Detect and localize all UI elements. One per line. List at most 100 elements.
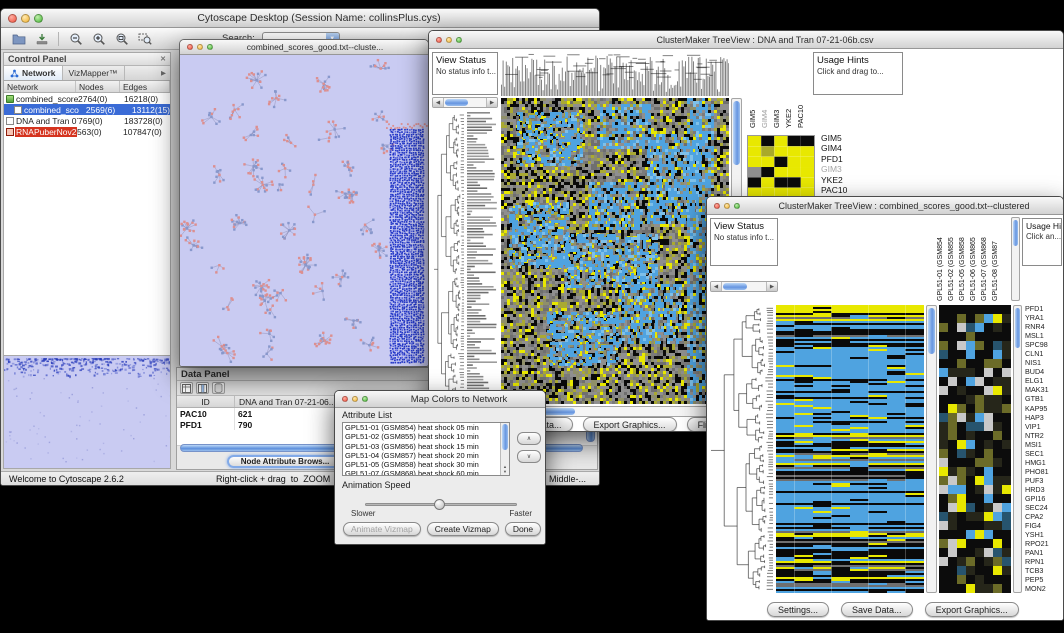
zoom-window-icon[interactable] [734, 203, 740, 209]
row-dendrogram[interactable] [433, 111, 465, 403]
close-icon[interactable] [187, 44, 193, 50]
header-edges: Edges [120, 81, 170, 92]
scroll-thumb[interactable] [502, 424, 508, 450]
view-status-box: View Status No status info t... [710, 218, 778, 266]
network-edges: 107847(0) [123, 127, 170, 137]
zoom-fit-icon[interactable] [112, 30, 131, 48]
scroll-left-icon[interactable]: ◀ [433, 98, 444, 107]
attribute-list-scrollbar[interactable]: ▲ ▼ [500, 423, 509, 475]
minimize-icon[interactable] [352, 396, 358, 402]
zoom-window-icon[interactable] [362, 396, 368, 402]
scroll-thumb[interactable] [1013, 220, 1018, 246]
tree-hscrollbar[interactable]: ◀ ▶ [710, 281, 778, 292]
attribute-list-item[interactable]: GPL51-02 (GSM855) heat shock 10 min [343, 432, 500, 441]
network-list-item[interactable]: RNAPuberNov2563(0)107847(0) [4, 126, 170, 137]
close-icon[interactable] [342, 396, 348, 402]
animation-speed-slider[interactable] [365, 503, 517, 506]
export-graphics-button[interactable]: Export Graphics... [583, 417, 677, 432]
attribute-list-item[interactable]: GPL51-04 (GSM857) heat shock 20 min [343, 451, 500, 460]
treeview1-titlebar[interactable]: ClusterMaker TreeView : DNA and Tran 07-… [429, 31, 1063, 49]
network-view-canvas[interactable] [180, 55, 428, 366]
save-data-button[interactable]: Save Data... [841, 602, 913, 617]
minimize-icon[interactable] [724, 203, 730, 209]
scroll-right-icon[interactable]: ▶ [486, 98, 497, 107]
zoom-window-icon[interactable] [456, 37, 462, 43]
scroll-thumb[interactable] [733, 101, 740, 165]
zoom-selected-icon[interactable] [135, 30, 154, 48]
table-icon[interactable] [180, 382, 193, 394]
settings-button[interactable]: Settings... [767, 602, 829, 617]
close-icon[interactable] [436, 37, 442, 43]
slider-thumb[interactable] [434, 499, 445, 510]
main-window-titlebar[interactable]: Cytoscape Desktop (Session Name: collins… [1, 9, 599, 28]
zoom-out-icon[interactable] [66, 30, 85, 48]
scroll-thumb[interactable] [723, 283, 747, 290]
scroll-left-icon[interactable]: ◀ [711, 282, 722, 291]
gene-label: PAN1 [1025, 548, 1049, 557]
heatmap-detail[interactable] [747, 135, 815, 199]
tab-overflow-icon[interactable]: ▶ [157, 66, 170, 80]
row-dendrogram[interactable] [710, 305, 774, 593]
scroll-thumb[interactable] [928, 308, 935, 354]
minimize-icon[interactable] [21, 14, 30, 23]
scroll-down-icon[interactable]: ▼ [501, 469, 509, 474]
attribute-list[interactable]: GPL51-01 (GSM854) heat shock 05 minGPL51… [342, 422, 510, 476]
scroll-track[interactable] [444, 98, 486, 107]
window-controls [8, 14, 43, 23]
network-nodes: 769(0) [78, 116, 124, 126]
import-icon[interactable] [32, 30, 51, 48]
window-controls [187, 44, 213, 50]
scroll-thumb[interactable] [1015, 308, 1020, 348]
detail-vscrollbar[interactable] [1013, 305, 1022, 593]
export-graphics-button[interactable]: Export Graphics... [925, 602, 1019, 617]
node-attribute-browser-tab[interactable]: Node Attribute Brows... [227, 455, 343, 468]
move-down-button[interactable]: ∨ [517, 450, 541, 463]
tree-hscrollbar[interactable]: ◀ ▶ [432, 97, 498, 108]
network-edges: 13112(15) [132, 105, 170, 115]
attribute-list-item[interactable]: GPL51-05 (GSM858) heat shock 30 min [343, 460, 500, 469]
heatmap-detail[interactable] [939, 305, 1011, 593]
window-controls [436, 37, 462, 43]
select-columns-icon[interactable] [196, 382, 209, 394]
attribute-list-item[interactable]: GPL51-01 (GSM854) heat shock 05 min [343, 423, 500, 432]
zoom-window-icon[interactable] [207, 44, 213, 50]
attribute-list-item[interactable]: GPL51-03 (GSM856) heat shock 15 min [343, 442, 500, 451]
network-list-item[interactable]: DNA and Tran 07769(0)183728(0) [4, 115, 170, 126]
zoom-window-icon[interactable] [34, 14, 43, 23]
minimize-icon[interactable] [197, 44, 203, 50]
tab-vizmapper[interactable]: VizMapper™ [63, 66, 125, 80]
scroll-track[interactable] [722, 282, 766, 291]
labels-vscrollbar[interactable] [1011, 217, 1020, 301]
network-view-titlebar[interactable]: combined_scores_good.txt--cluste... [180, 40, 428, 55]
close-icon[interactable] [8, 14, 17, 23]
gene-label: MSL1 [1025, 331, 1049, 340]
attribute-list-item[interactable]: GPL51-07 (GSM868) heat shock 60 min [343, 469, 500, 476]
heatmap-global[interactable] [776, 305, 924, 593]
close-icon[interactable] [714, 203, 720, 209]
column-dendrogram[interactable] [501, 52, 729, 96]
heatmap-vscrollbar[interactable] [926, 305, 937, 593]
scroll-thumb[interactable] [445, 99, 468, 106]
document-icon [6, 117, 14, 125]
scroll-right-icon[interactable]: ▶ [766, 282, 777, 291]
create-vizmap-button[interactable]: Create Vizmap [427, 522, 499, 536]
open-session-icon[interactable] [9, 30, 28, 48]
control-panel-filler [4, 137, 170, 355]
status-pan-hint: Middle-... [549, 474, 586, 484]
database-icon[interactable] [212, 382, 225, 394]
move-up-button[interactable]: ∧ [517, 432, 541, 445]
treeview2-titlebar[interactable]: ClusterMaker TreeView : combined_scores_… [707, 197, 1063, 215]
tab-network[interactable]: Network [4, 66, 63, 80]
close-panel-icon[interactable]: ✕ [160, 55, 166, 63]
array-column-labels: GPL51-01 (GSM854GPL51-02 (GSM855GPL51-05… [935, 217, 1011, 301]
minimize-icon[interactable] [446, 37, 452, 43]
network-list-item[interactable]: combined_scores2764(0)16218(0) [4, 93, 170, 104]
gene-name-strip[interactable] [466, 111, 499, 403]
done-button[interactable]: Done [505, 522, 541, 536]
network-list-item[interactable]: combined_sco2569(6)13112(15) [4, 104, 170, 115]
heatmap-global[interactable] [501, 98, 729, 404]
zoom-in-icon[interactable] [89, 30, 108, 48]
network-overview-thumbnail[interactable] [4, 355, 170, 468]
map-colors-dialog: Map Colors to Network Attribute List GPL… [334, 390, 546, 545]
dialog-titlebar[interactable]: Map Colors to Network [335, 391, 545, 408]
